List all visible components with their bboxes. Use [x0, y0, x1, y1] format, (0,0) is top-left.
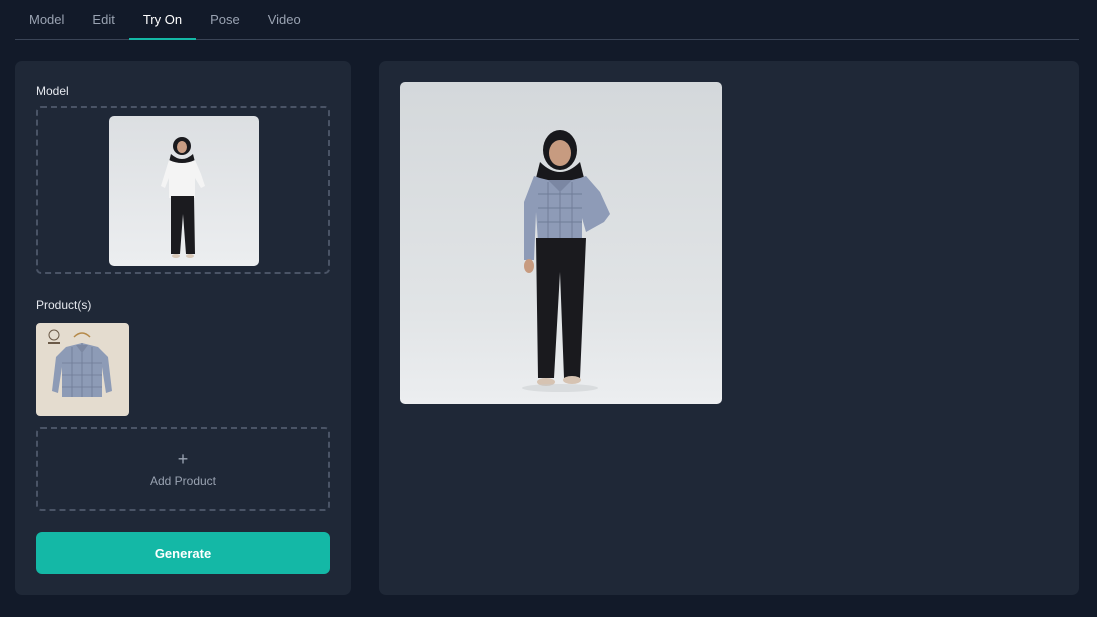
- tab-edit[interactable]: Edit: [78, 0, 128, 39]
- tab-pose[interactable]: Pose: [196, 0, 254, 39]
- model-photo: [109, 116, 259, 266]
- add-product-button[interactable]: + Add Product: [36, 427, 330, 511]
- result-image[interactable]: [400, 82, 722, 404]
- model-dropzone[interactable]: [36, 106, 330, 274]
- generate-button[interactable]: Generate: [36, 532, 330, 574]
- tab-video[interactable]: Video: [254, 0, 315, 39]
- plus-icon: +: [177, 449, 189, 469]
- try-on-input-panel: Model Product(s) + Add Product Generate: [15, 61, 351, 595]
- model-section-label: Model: [36, 84, 69, 98]
- tab-bar: Model Edit Try On Pose Video: [15, 0, 1079, 40]
- try-on-result-panel: [379, 61, 1079, 595]
- product-thumbnail[interactable]: [36, 323, 129, 416]
- result-photo: [400, 82, 722, 404]
- products-section-label: Product(s): [36, 298, 92, 312]
- product-photo: [36, 323, 129, 416]
- add-product-label: Add Product: [149, 474, 217, 488]
- tab-try-on[interactable]: Try On: [128, 0, 197, 40]
- tab-model[interactable]: Model: [15, 0, 78, 39]
- model-thumbnail[interactable]: [109, 116, 259, 266]
